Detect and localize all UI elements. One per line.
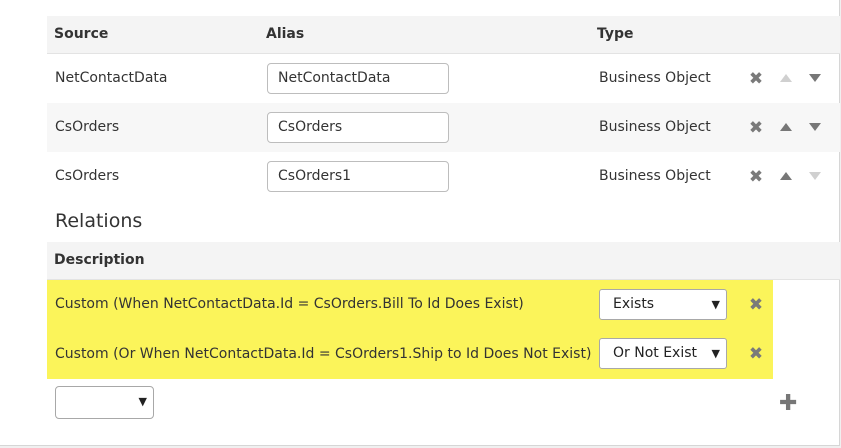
source-type: Business Object <box>599 168 711 184</box>
column-header-alias: Alias <box>266 26 305 42</box>
alias-input[interactable]: CsOrders1 <box>267 161 449 192</box>
alias-input[interactable]: CsOrders <box>267 112 449 143</box>
relation-mode-value: Exists <box>613 296 655 312</box>
sources-table-header: Source Alias Type <box>47 16 840 54</box>
relation-mode-select[interactable]: Or Not Exist ▼ <box>599 338 727 369</box>
relation-mode-value: Or Not Exist <box>613 345 698 361</box>
relations-table-header: Description <box>47 242 840 280</box>
plus-icon[interactable]: ✚ <box>779 393 797 415</box>
triangle-up-icon[interactable] <box>778 119 794 135</box>
triangle-down-icon[interactable] <box>807 119 823 135</box>
close-icon[interactable]: ✖ <box>748 71 764 88</box>
source-name: CsOrders <box>55 168 120 184</box>
table-row: NetContactData NetContactData Business O… <box>47 54 840 103</box>
table-row: CsOrders CsOrders Business Object ✖ <box>47 103 840 152</box>
triangle-down-icon <box>807 168 823 184</box>
table-row: CsOrders CsOrders1 Business Object ✖ <box>47 152 840 201</box>
triangle-up-icon <box>778 70 794 86</box>
relation-row: Custom (When NetContactData.Id = CsOrder… <box>47 280 773 329</box>
relation-description: Custom (Or When NetContactData.Id = CsOr… <box>55 346 592 362</box>
source-name: CsOrders <box>55 119 120 135</box>
close-icon[interactable]: ✖ <box>748 346 764 363</box>
column-header-type: Type <box>597 26 634 42</box>
relation-row: Custom (Or When NetContactData.Id = CsOr… <box>47 329 773 379</box>
chevron-down-icon: ▼ <box>138 395 147 408</box>
query-sources-panel: Source Alias Type NetContactData NetCont… <box>0 0 840 446</box>
column-header-description: Description <box>54 252 145 268</box>
source-type: Business Object <box>599 119 711 135</box>
triangle-down-icon[interactable] <box>807 70 823 86</box>
chevron-down-icon: ▼ <box>711 298 720 311</box>
new-relation-select[interactable]: ▼ <box>55 386 154 419</box>
source-name: NetContactData <box>55 70 168 86</box>
alias-input[interactable]: NetContactData <box>267 63 449 94</box>
close-icon[interactable]: ✖ <box>748 120 764 137</box>
close-icon[interactable]: ✖ <box>748 297 764 314</box>
relation-mode-select[interactable]: Exists ▼ <box>599 289 727 320</box>
source-type: Business Object <box>599 70 711 86</box>
triangle-up-icon[interactable] <box>778 168 794 184</box>
relations-title: Relations <box>55 210 143 232</box>
column-header-source: Source <box>54 26 109 42</box>
close-icon[interactable]: ✖ <box>748 169 764 186</box>
chevron-down-icon: ▼ <box>711 347 720 360</box>
relation-description: Custom (When NetContactData.Id = CsOrder… <box>55 296 524 312</box>
